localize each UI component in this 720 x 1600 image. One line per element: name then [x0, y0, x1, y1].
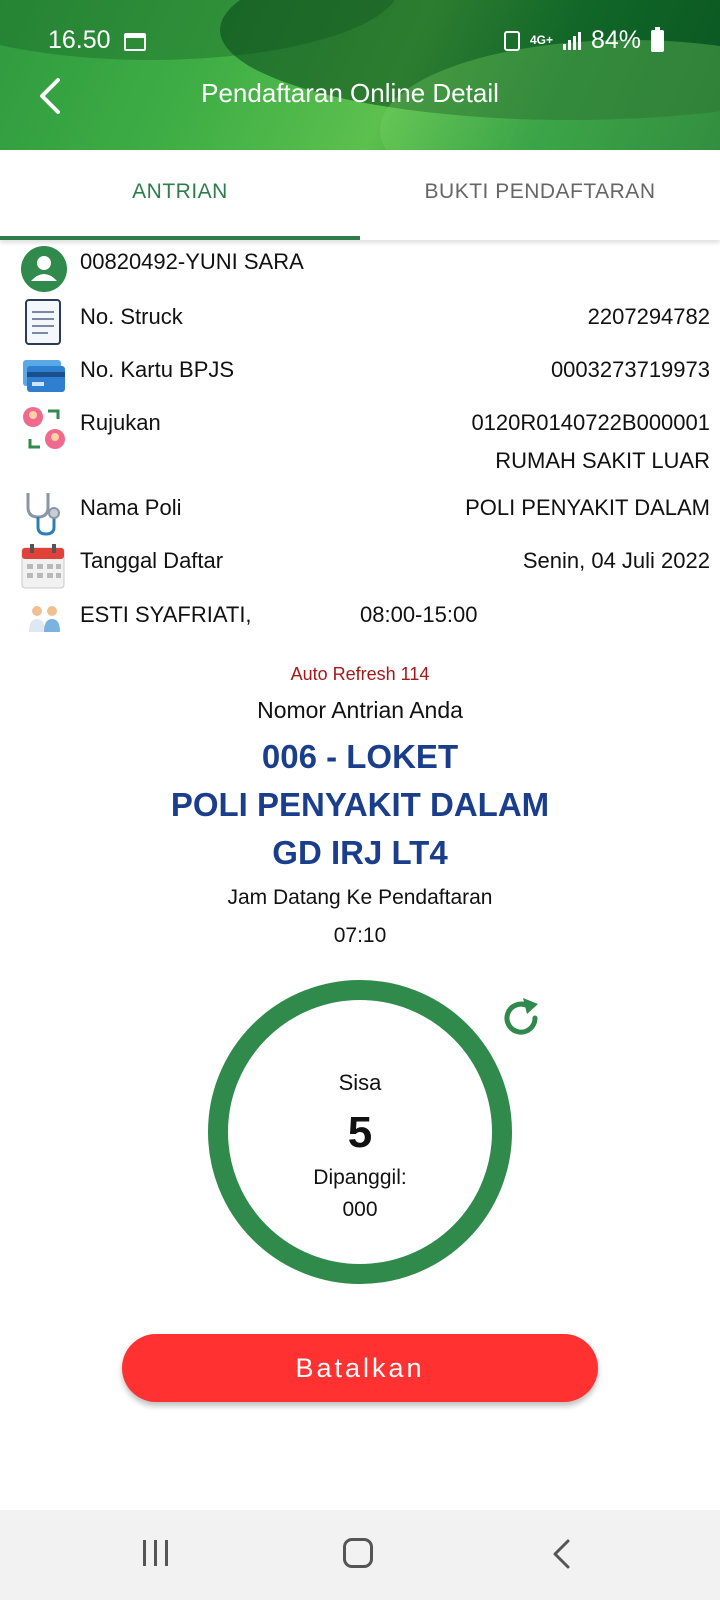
remaining-label: Sisa	[338, 1070, 382, 1095]
signal-icon	[562, 31, 581, 50]
doctor-hours: 08:00-15:00	[360, 602, 478, 627]
arrival-time-label: Jam Datang Ke Pendaftaran	[227, 886, 493, 909]
cancel-button[interactable]: Batalkan	[122, 1334, 598, 1402]
called-label: Dipanggil:	[313, 1166, 407, 1189]
tab-bukti-pendaftaran[interactable]: BUKTI PENDAFTARAN	[360, 150, 720, 240]
rujukan-source: RUMAH SAKIT LUAR	[495, 448, 710, 473]
tanggal-label: Tanggal Daftar	[80, 548, 224, 573]
arrival-time-value: 07:10	[333, 924, 387, 947]
poli-label: Nama Poli	[80, 495, 182, 520]
tab-antrian[interactable]: ANTRIAN	[0, 150, 360, 240]
rujukan-value: 0120R0140722B000001	[471, 410, 710, 435]
referral-icon	[23, 407, 65, 449]
refresh-icon	[504, 998, 538, 1035]
struk-label: No. Struck	[80, 304, 183, 329]
receipt-icon	[25, 299, 61, 345]
patient-name: 00820492-YUNI SARA	[80, 249, 304, 274]
nav-back-button[interactable]	[548, 1538, 578, 1570]
active-tab-indicator	[0, 236, 360, 240]
back-chevron-icon	[553, 1539, 570, 1569]
battery-icon	[651, 26, 664, 52]
bpjs-value: 0003273719973	[550, 357, 710, 382]
battery-level: 84%	[590, 26, 641, 54]
struk-value: 2207294782	[587, 304, 710, 329]
queue-number: 006 - LOKET	[261, 738, 459, 775]
queue-title: Nomor Antrian Anda	[257, 697, 463, 723]
queue-poli: POLI PENYAKIT DALAM	[170, 786, 550, 823]
home-button[interactable]	[343, 1538, 373, 1568]
rujukan-label: Rujukan	[80, 410, 161, 435]
page-title: Pendaftaran Online Detail	[201, 78, 499, 108]
status-indicators: 4G+ 84%	[503, 26, 664, 55]
remaining-count: 5	[347, 1108, 373, 1157]
status-time: 16.50	[48, 26, 111, 54]
queue-location: GD IRJ LT4	[272, 834, 448, 871]
status-bar: 16.50 4G+ 84%	[0, 20, 720, 60]
tab-bar: ANTRIAN BUKTI PENDAFTARAN	[0, 150, 720, 240]
network-type: 4G+	[529, 33, 553, 47]
calendar-status-icon	[124, 33, 146, 51]
notification-icon	[503, 30, 520, 51]
calendar-icon	[21, 544, 65, 589]
poli-value: POLI PENYAKIT DALAM	[465, 495, 710, 520]
card-icon	[23, 360, 65, 392]
system-nav-bar	[0, 1510, 720, 1600]
recent-apps-button[interactable]	[143, 1540, 173, 1568]
doctor-name: ESTI SYAFRIATI,	[80, 602, 252, 627]
person-icon	[21, 246, 67, 292]
called-number: 000	[342, 1198, 378, 1221]
auto-refresh-counter: Auto Refresh 114	[290, 664, 430, 684]
refresh-button[interactable]	[498, 995, 544, 1041]
doctors-icon	[29, 606, 60, 632]
app-header: 16.50 4G+ 84% Pendaftaran Online Detail	[0, 0, 720, 150]
bpjs-label: No. Kartu BPJS	[80, 357, 235, 382]
stethoscope-icon	[26, 493, 60, 536]
tanggal-value: Senin, 04 Juli 2022	[522, 548, 710, 573]
